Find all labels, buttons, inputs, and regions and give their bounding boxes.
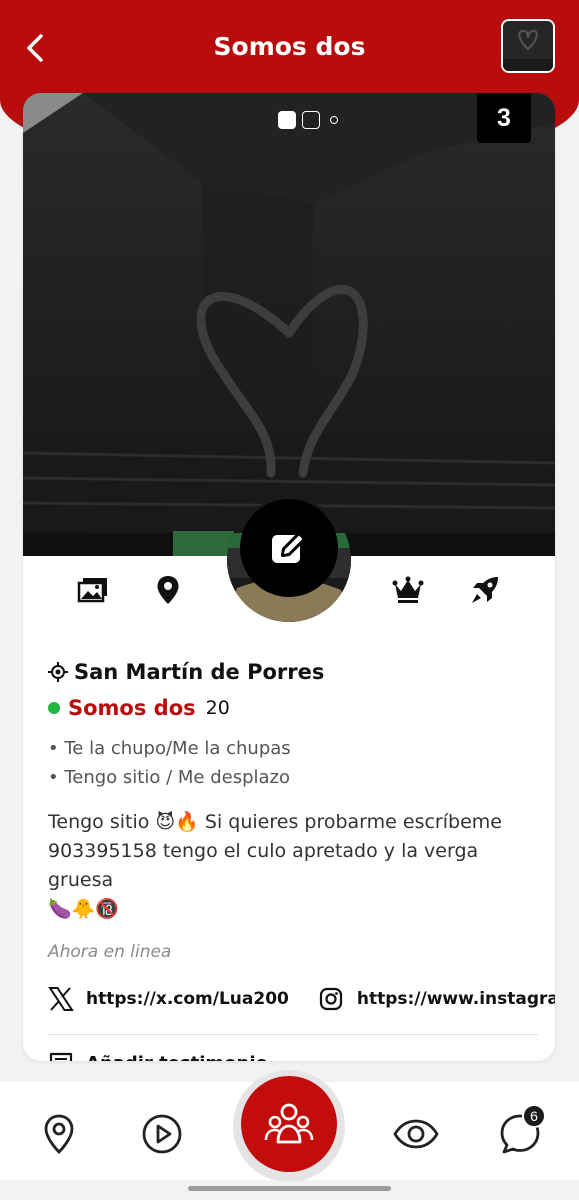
play-circle-icon [142, 1114, 182, 1154]
online-indicator [48, 702, 60, 714]
rocket-icon [472, 577, 498, 603]
online-status: Ahora en linea [48, 942, 172, 962]
tab-premium[interactable] [386, 568, 430, 612]
instagram-icon [319, 987, 342, 1011]
preferences-list: • Te la chupo/Me la chupas • Tengo sitio… [48, 734, 538, 792]
profile-description: Tengo sitio 😈🔥 Si quieres probarme escrí… [48, 808, 538, 924]
gallery-dot-active [278, 111, 296, 129]
photo-count-badge: 3 [477, 93, 531, 143]
location-pin-icon [157, 576, 179, 604]
profile-age: 20 [205, 697, 230, 719]
profile-thumbnail[interactable] [501, 19, 555, 73]
community-icon [264, 1103, 314, 1144]
location-text: San Martín de Porres [74, 660, 325, 684]
edit-profile-button[interactable] [240, 499, 338, 597]
description-line: Tengo sitio 😈🔥 Si quieres probarme escrí… [48, 811, 502, 833]
instagram-link[interactable]: https://www.instagra [319, 987, 555, 1011]
nav-videos[interactable] [138, 1110, 186, 1158]
location-pin-icon [44, 1114, 74, 1154]
x-logo-icon [48, 987, 74, 1011]
x-link[interactable]: https://x.com/Lua200 [48, 987, 289, 1011]
gallery-dot [302, 111, 320, 129]
preference-item: • Tengo sitio / Me desplazo [48, 767, 290, 788]
name-row: Somos dos 20 [48, 694, 538, 722]
eye-icon [393, 1119, 439, 1149]
divider [48, 1034, 538, 1035]
location-row: San Martín de Porres [48, 658, 538, 686]
photo-image [23, 93, 555, 556]
profile-card: 3 San Martín de Porres Somos dos 20 • Te… [23, 93, 555, 1061]
home-indicator[interactable] [188, 1186, 391, 1191]
x-link-text: https://x.com/Lua200 [86, 989, 289, 1009]
crown-icon [392, 576, 424, 603]
photos-icon [77, 578, 107, 603]
nav-map[interactable] [35, 1110, 83, 1158]
gallery-indicator [278, 111, 338, 129]
description-line: 903395158 tengo el culo apretado y la ve… [48, 840, 479, 891]
description-line: 🍆🐥🔞 [48, 898, 119, 920]
add-testimonial-label: Añadir testimonio [86, 1053, 268, 1062]
comment-icon [49, 1052, 73, 1061]
social-links: https://x.com/Lua200 https://www.instagr… [48, 984, 555, 1014]
profile-photo[interactable]: 3 [23, 93, 555, 556]
crosshair-icon [48, 662, 68, 682]
page-title: Somos dos [213, 32, 366, 61]
gallery-dot [330, 116, 338, 124]
tab-photos[interactable] [71, 568, 115, 612]
unread-messages-badge: 6 [522, 1104, 546, 1128]
preference-item: • Te la chupo/Me la chupas [48, 738, 291, 759]
profile-name: Somos dos [68, 696, 196, 720]
tab-location[interactable] [146, 568, 190, 612]
edit-icon [272, 532, 306, 563]
community-button[interactable] [241, 1076, 337, 1172]
thumbnail-image [503, 21, 553, 71]
add-testimonial-button[interactable]: Añadir testimonio [48, 1051, 538, 1061]
tab-boost[interactable] [463, 568, 507, 612]
nav-visits[interactable] [392, 1110, 440, 1158]
profile-info: San Martín de Porres Somos dos 20 • Te l… [48, 658, 555, 1061]
instagram-link-text: https://www.instagra [356, 989, 555, 1009]
